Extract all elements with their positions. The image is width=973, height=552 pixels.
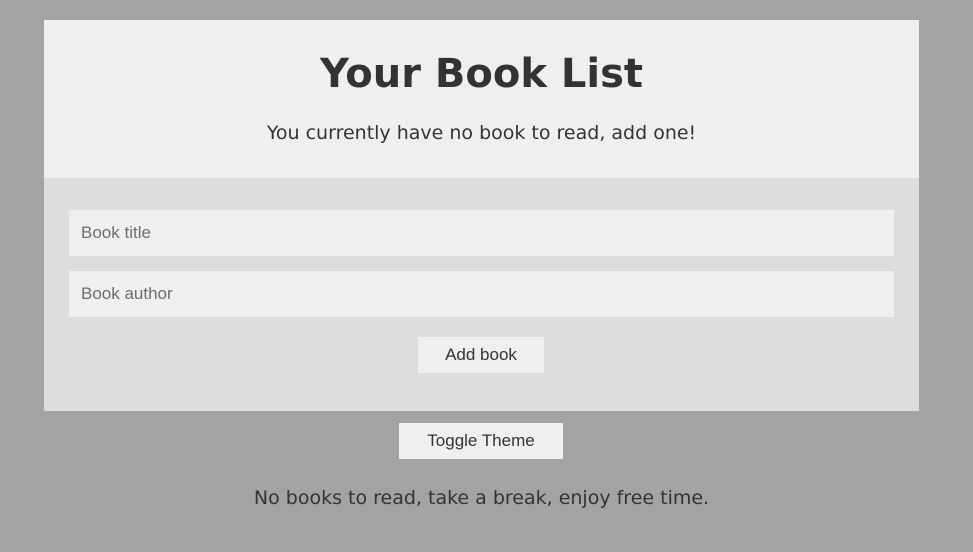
add-book-button[interactable]: Add book	[418, 337, 544, 373]
book-title-input[interactable]	[69, 210, 894, 256]
book-author-input[interactable]	[69, 271, 894, 317]
toggle-theme-button[interactable]: Toggle Theme	[399, 423, 563, 459]
empty-list-subtitle: You currently have no book to read, add …	[266, 122, 697, 144]
page-title: Your Book List	[319, 51, 643, 97]
card-header: Your Book List You currently have no boo…	[44, 20, 919, 178]
add-book-form: Add book	[44, 178, 919, 411]
empty-state-message: No books to read, take a break, enjoy fr…	[253, 487, 710, 509]
book-list-card: Your Book List You currently have no boo…	[44, 20, 919, 411]
